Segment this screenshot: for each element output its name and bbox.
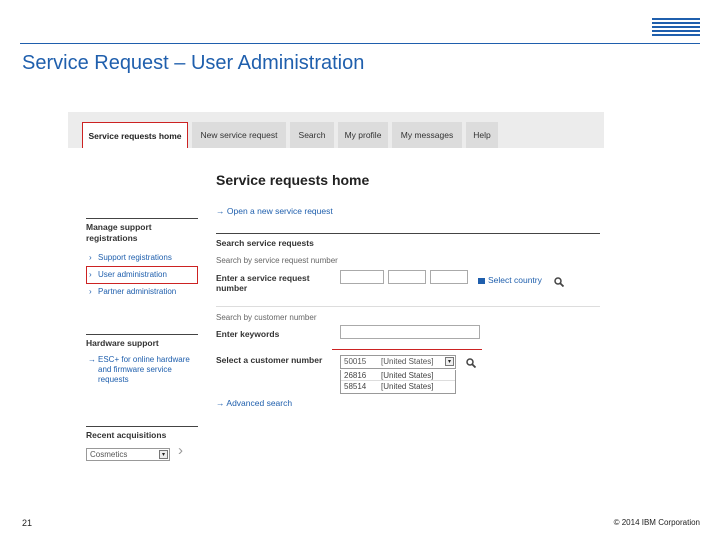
divider — [216, 306, 600, 307]
sidebar-item-label: ESC+ for online hardware and firmware se… — [98, 355, 190, 384]
copyright: © 2014 IBM Corporation — [613, 518, 700, 527]
sidebar-recent-title: Recent acquisitions — [86, 430, 167, 440]
sidebar-item-partner-administration[interactable]: › Partner administration — [86, 284, 198, 300]
sidebar-item-esc-plus[interactable]: → ESC+ for online hardware and firmware … — [86, 349, 198, 388]
sidebar-manage-title: Manage support registrations — [86, 222, 152, 243]
request-number-field-3[interactable] — [430, 270, 468, 284]
arrow-right-icon: → — [88, 355, 96, 364]
tab-bar: Service requests home New service reques… — [68, 112, 604, 148]
advanced-search-link[interactable]: → Advanced search — [216, 398, 292, 408]
search-icon[interactable] — [466, 358, 476, 368]
sidebar-item-user-administration[interactable]: › User administration — [86, 266, 198, 284]
sidebar-item-label: User administration — [98, 270, 167, 279]
tab-my-profile[interactable]: My profile — [338, 122, 388, 148]
customer-option-country: [United States] — [381, 382, 434, 391]
request-number-field-2[interactable] — [388, 270, 426, 284]
keywords-input[interactable] — [340, 325, 480, 339]
slide-title: Service Request – User Administration — [22, 52, 365, 74]
advanced-search-label: Advanced search — [226, 398, 293, 408]
search-by-customer-caption: Search by customer number — [216, 313, 317, 322]
page-heading: Service requests home — [216, 172, 370, 188]
tab-my-messages[interactable]: My messages — [392, 122, 462, 148]
open-new-request-label: Open a new service request — [226, 206, 333, 216]
embedded-screenshot: Service requests home New service reques… — [68, 112, 604, 472]
sidebar-recent-section: Recent acquisitions Cosmetics ▾ › — [86, 426, 198, 462]
customer-number-options: 26816 [United States] 58514 [United Stat… — [340, 370, 456, 394]
customer-option[interactable]: 58514 [United States] — [341, 381, 455, 392]
chevron-right-icon: › — [89, 270, 92, 279]
tab-service-requests-home[interactable]: Service requests home — [82, 122, 188, 148]
title-rule — [20, 43, 700, 44]
customer-number-select[interactable]: 50015 [United States] ▾ — [340, 355, 456, 369]
tab-help[interactable]: Help — [466, 122, 498, 148]
chevron-right-icon: › — [89, 253, 92, 262]
recent-acquisitions-select[interactable]: Cosmetics ▾ — [86, 448, 170, 461]
search-section-rule — [216, 233, 600, 234]
arrow-right-icon: → — [216, 206, 225, 216]
sidebar-hardware-section: Hardware support → ESC+ for online hardw… — [86, 334, 198, 388]
customer-number-value: 50015 — [344, 357, 367, 366]
customer-option-number: 26816 — [344, 371, 367, 380]
search-heading: Search service requests — [216, 238, 314, 248]
enter-keywords-label: Enter keywords — [216, 329, 280, 339]
highlight-rule — [332, 349, 482, 350]
customer-option-country: [United States] — [381, 371, 434, 380]
sidebar-item-support-registrations[interactable]: › Support registrations — [86, 250, 198, 266]
ibm-logo — [652, 18, 700, 38]
select-customer-label: Select a customer number — [216, 355, 323, 365]
flag-icon — [478, 277, 485, 284]
enter-number-label: Enter a service request number — [216, 273, 310, 293]
page-number: 21 — [22, 518, 33, 528]
search-icon[interactable] — [554, 277, 564, 287]
open-new-request-link[interactable]: → Open a new service request — [216, 206, 600, 216]
sidebar-hardware-title: Hardware support — [86, 338, 159, 348]
chevron-right-icon[interactable]: › — [178, 442, 183, 459]
customer-country-value: [United States] — [381, 357, 434, 366]
request-number-field-1[interactable] — [340, 270, 384, 284]
select-country-label: Select country — [488, 275, 542, 285]
main-content: → Open a new service request — [216, 206, 600, 216]
chevron-down-icon: ▾ — [445, 357, 454, 366]
recent-acquisitions-value: Cosmetics — [90, 450, 128, 459]
search-by-number-caption: Search by service request number — [216, 256, 338, 265]
sidebar-item-label: Partner administration — [98, 287, 177, 296]
chevron-down-icon: ▾ — [159, 450, 168, 459]
arrow-right-icon: → — [216, 398, 225, 408]
customer-option[interactable]: 26816 [United States] — [341, 370, 455, 381]
select-country-link[interactable]: Select country — [478, 275, 542, 285]
tab-search[interactable]: Search — [290, 122, 334, 148]
customer-option-number: 58514 — [344, 382, 367, 391]
tab-new-service-request[interactable]: New service request — [192, 122, 286, 148]
sidebar-manage-section: Manage support registrations › Support r… — [86, 218, 198, 300]
chevron-right-icon: › — [89, 287, 92, 296]
sidebar-item-label: Support registrations — [98, 253, 172, 262]
